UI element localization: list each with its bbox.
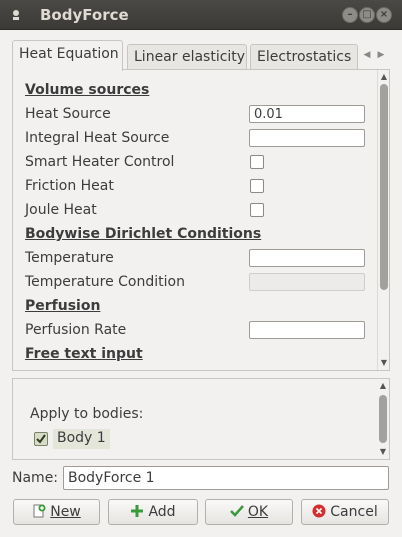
temperature-condition-input	[249, 273, 365, 291]
window-title: BodyForce	[40, 6, 129, 24]
dirichlet-conditions-heading: Bodywise Dirichlet Conditions	[25, 226, 262, 242]
smart-heater-control-label: Smart Heater Control	[25, 154, 175, 170]
window-icon	[11, 9, 21, 21]
ok-button[interactable]: OK	[205, 499, 293, 525]
new-document-icon	[32, 502, 46, 518]
form-scrollbar-thumb[interactable]	[380, 84, 388, 290]
perfusion-heading: Perfusion	[25, 298, 101, 314]
apply-to-bodies-box: Apply to bodies: Body 1 ▲ ▼	[12, 378, 390, 460]
cancel-button[interactable]: Cancel	[301, 499, 389, 525]
add-button-label: Add	[148, 504, 176, 520]
scroll-down-icon[interactable]: ▼	[379, 358, 389, 367]
body-list-item[interactable]: Body 1	[31, 429, 111, 449]
scroll-down-icon[interactable]: ▼	[378, 447, 388, 456]
name-label: Name:	[12, 470, 59, 486]
temperature-condition-label: Temperature Condition	[25, 274, 185, 290]
name-input[interactable]	[63, 466, 389, 490]
perfusion-rate-input[interactable]	[249, 321, 365, 339]
tab-scroll-right-icon[interactable]: ▶	[375, 44, 387, 66]
tab-bar: Heat Equation Linear elasticity Electros…	[12, 40, 390, 71]
plus-icon	[130, 502, 144, 517]
heat-source-label: Heat Source	[25, 106, 111, 122]
new-button[interactable]: New	[13, 499, 100, 525]
temperature-label: Temperature	[25, 250, 114, 266]
minimize-icon[interactable]: –	[342, 7, 358, 23]
integral-heat-source-label: Integral Heat Source	[25, 130, 170, 146]
body-label: Body 1	[53, 429, 110, 449]
add-button[interactable]: Add	[108, 499, 198, 525]
new-button-label: New	[50, 504, 81, 520]
cancel-icon	[312, 502, 326, 518]
form-scroll-area: Volume sources Heat Source Integral Heat…	[15, 72, 377, 368]
bodies-scrollbar[interactable]: ▲ ▼	[377, 379, 389, 459]
cancel-button-label: Cancel	[330, 504, 378, 520]
checkmark-icon	[230, 502, 244, 517]
heat-equation-panel: Volume sources Heat Source Integral Heat…	[12, 69, 390, 371]
perfusion-rate-label: Perfusion Rate	[25, 322, 127, 338]
checkmark-icon	[36, 434, 46, 444]
smart-heater-control-checkbox[interactable]	[250, 155, 264, 169]
body-checkbox[interactable]	[34, 432, 48, 446]
integral-heat-source-input[interactable]	[249, 129, 365, 147]
scroll-up-icon[interactable]: ▲	[378, 381, 388, 390]
form-scrollbar[interactable]: ▲ ▼	[377, 70, 389, 370]
ok-button-label: OK	[247, 504, 269, 520]
heat-source-input[interactable]	[249, 105, 365, 123]
tab-electrostatics[interactable]: Electrostatics	[250, 44, 358, 70]
tab-scroll-left-icon[interactable]: ◀	[361, 44, 373, 66]
scroll-up-icon[interactable]: ▲	[379, 72, 389, 81]
temperature-input[interactable]	[249, 249, 365, 267]
apply-to-bodies-label: Apply to bodies:	[30, 406, 144, 422]
friction-heat-checkbox[interactable]	[250, 179, 264, 193]
close-icon[interactable]: ×	[376, 7, 392, 23]
volume-sources-heading: Volume sources	[25, 82, 150, 98]
bodies-scrollbar-thumb[interactable]	[379, 395, 387, 443]
maximize-icon[interactable]: □	[359, 7, 375, 23]
joule-heat-label: Joule Heat	[25, 202, 97, 218]
free-text-input-heading: Free text input	[25, 346, 143, 362]
title-bar: BodyForce – □ ×	[0, 0, 402, 30]
tab-linear-elasticity[interactable]: Linear elasticity	[127, 44, 247, 70]
friction-heat-label: Friction Heat	[25, 178, 114, 194]
tab-heat-equation[interactable]: Heat Equation	[12, 40, 123, 71]
joule-heat-checkbox[interactable]	[250, 203, 264, 217]
